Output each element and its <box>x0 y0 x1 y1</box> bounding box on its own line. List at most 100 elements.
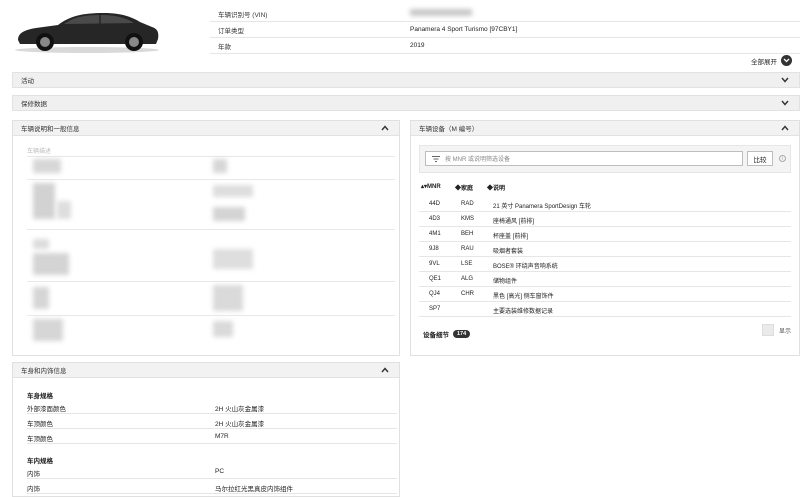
vehicle-info-panel-header[interactable]: 车辆说明和一般信息 <box>13 121 399 136</box>
body-interior-title: 车身和内饰信息 <box>21 368 67 375</box>
spec-row: 车顶颜色 M7R <box>27 429 397 444</box>
description-cell: 主要选装维修数据记录 <box>493 309 554 315</box>
mnr-cell: 9J8 <box>429 246 439 252</box>
mnr-cell: 9VL <box>429 261 440 267</box>
order-type-label: 订单类型 <box>218 27 244 35</box>
mnr-cell: QJ4 <box>429 291 441 297</box>
redacted-cell <box>33 319 63 341</box>
chevron-down-icon <box>781 55 792 66</box>
expand-all-button[interactable]: 全部展开 <box>751 55 792 66</box>
vehicle-info-title: 车辆说明和一般信息 <box>21 126 80 133</box>
equipment-panel-header[interactable]: 车辆设备（M 编号） <box>411 121 799 136</box>
spec-value: 2H 火山灰金属漆 <box>215 421 265 428</box>
row-divider <box>27 229 395 230</box>
spec-row: 内饰 PC <box>27 464 397 479</box>
mnr-cell: SP7 <box>429 306 441 312</box>
activities-title: 活动 <box>21 78 34 85</box>
order-type-row: 订单类型 Panamera 4 Sport Turismo [97CBY1] <box>210 22 800 38</box>
vin-label: 车辆识别号 (VIN) <box>218 11 268 19</box>
spec-row: 内饰 马尔拉红光黑真皮内饰组件 <box>27 479 397 494</box>
table-row[interactable]: 9VL LSE BOSE® 环绕声音响系统 <box>419 257 791 272</box>
vin-row: 车辆识别号 (VIN) <box>210 6 800 22</box>
info-icon[interactable]: i <box>779 155 786 162</box>
body-interior-panel-header[interactable]: 车身和内饰信息 <box>13 363 399 378</box>
family-cell: RAU <box>461 246 474 252</box>
family-cell: RAD <box>461 201 474 207</box>
model-year-row: 年款 2019 <box>210 38 800 54</box>
redacted-cell <box>33 159 61 173</box>
chevron-down-icon <box>781 100 789 106</box>
column-header-description[interactable]: ◆说明 <box>487 183 505 192</box>
redacted-cell <box>33 253 69 275</box>
chevron-up-icon <box>381 367 389 373</box>
description-cell: 21 英寸 Panamera SportDesign 车轮 <box>493 204 592 210</box>
mnr-cell: QE1 <box>429 276 442 282</box>
redacted-cell <box>57 201 71 219</box>
activities-section-toggle[interactable]: 活动 <box>12 72 800 88</box>
spec-key: 外部漆面颜色 <box>27 406 66 413</box>
row-divider <box>27 281 395 282</box>
chevron-down-icon <box>781 77 789 83</box>
search-placeholder: 按 MNR 或说明筛选设备 <box>445 157 510 163</box>
redacted-cell <box>213 159 227 173</box>
mnr-cell: 44D <box>429 201 441 207</box>
car-image <box>15 13 159 53</box>
equipment-table-header: ▴▾MNR ◆家庭 ◆说明 <box>419 183 791 193</box>
model-year-label: 年款 <box>218 43 231 51</box>
description-cell: 储物组件 <box>493 279 518 285</box>
table-row[interactable]: 9J8 RAU 吸烟者套装 <box>419 242 791 257</box>
spec-row: 车顶颜色 2H 火山灰金属漆 <box>27 414 397 429</box>
table-row[interactable]: 4M1 BEH 杯座盖 [前排] <box>419 227 791 242</box>
spec-key: 内饰 <box>27 471 40 478</box>
family-cell: ALG <box>461 276 474 282</box>
mnr-cell: 4M1 <box>429 231 441 237</box>
table-row[interactable]: QE1 ALG 储物组件 <box>419 272 791 287</box>
spec-key: 车顶颜色 <box>27 436 53 443</box>
row-divider <box>27 179 395 180</box>
redacted-cell <box>213 285 243 311</box>
column-header-family[interactable]: ◆家庭 <box>455 183 473 192</box>
warranty-section-toggle[interactable]: 保修数据 <box>12 95 800 111</box>
equipment-search-input[interactable]: 按 MNR 或说明筛选设备 <box>425 151 743 166</box>
spec-value: 2H 火山灰金属漆 <box>215 406 265 413</box>
description-cell: BOSE® 环绕声音响系统 <box>493 264 558 270</box>
expand-all-label: 全部展开 <box>751 58 777 66</box>
equipment-panel: 车辆设备（M 编号） 按 MNR 或说明筛选设备 比较 i ▴▾MNR ◆家庭 … <box>410 120 800 356</box>
warranty-title: 保修数据 <box>21 101 47 108</box>
description-cell: 吸烟者套装 <box>493 249 524 255</box>
redacted-cell <box>213 321 233 337</box>
column-header-mnr[interactable]: ▴▾MNR <box>421 183 441 190</box>
vehicle-info-panel: 车辆说明和一般信息 车辆描述 <box>12 120 400 356</box>
equipment-details-label: 设备细节 <box>423 332 449 339</box>
chevron-up-icon <box>381 125 389 131</box>
body-interior-panel: 车身和内饰信息 车身规格 外部漆面颜色 2H 火山灰金属漆 车顶颜色 2H 火山… <box>12 362 400 497</box>
family-cell: CHR <box>461 291 474 297</box>
equipment-count-badge: 174 <box>453 330 471 338</box>
family-cell: LSE <box>461 261 473 267</box>
show-details-toggle[interactable]: 显示 <box>761 324 791 336</box>
spec-row: 外部漆面颜色 2H 火山灰金属漆 <box>27 399 397 414</box>
table-row[interactable]: 44D RAD 21 英寸 Panamera SportDesign 车轮 <box>419 197 791 212</box>
vin-value-redacted <box>410 9 472 18</box>
row-divider <box>27 156 395 157</box>
spec-key: 车顶颜色 <box>27 421 53 428</box>
equipment-title: 车辆设备（M 编号） <box>419 126 479 133</box>
compare-button[interactable]: 比较 <box>747 151 773 166</box>
redacted-cell <box>33 287 49 309</box>
table-row[interactable]: QJ4 CHR 黑色 [高光] 侧车窗饰件 <box>419 287 791 302</box>
equipment-details-summary: 设备细节 174 <box>423 329 471 339</box>
redacted-cell <box>213 185 253 197</box>
vehicle-description-label: 车辆描述 <box>27 149 52 155</box>
redacted-cell <box>213 207 245 221</box>
family-cell: KMS <box>461 216 475 222</box>
chevron-up-icon <box>781 125 789 131</box>
spec-value: 马尔拉红光黑真皮内饰组件 <box>215 486 293 493</box>
description-cell: 座椅通风 [前排] <box>493 219 535 225</box>
model-year-value: 2019 <box>410 42 425 49</box>
description-cell: 杯座盖 [前排] <box>493 234 529 240</box>
filter-area: 按 MNR 或说明筛选设备 比较 i <box>419 145 791 173</box>
row-divider <box>27 315 395 316</box>
family-cell: BEH <box>461 231 474 237</box>
table-row[interactable]: 4D3 KMS 座椅通风 [前排] <box>419 212 791 227</box>
table-row[interactable]: SP7 主要选装维修数据记录 <box>419 302 791 317</box>
